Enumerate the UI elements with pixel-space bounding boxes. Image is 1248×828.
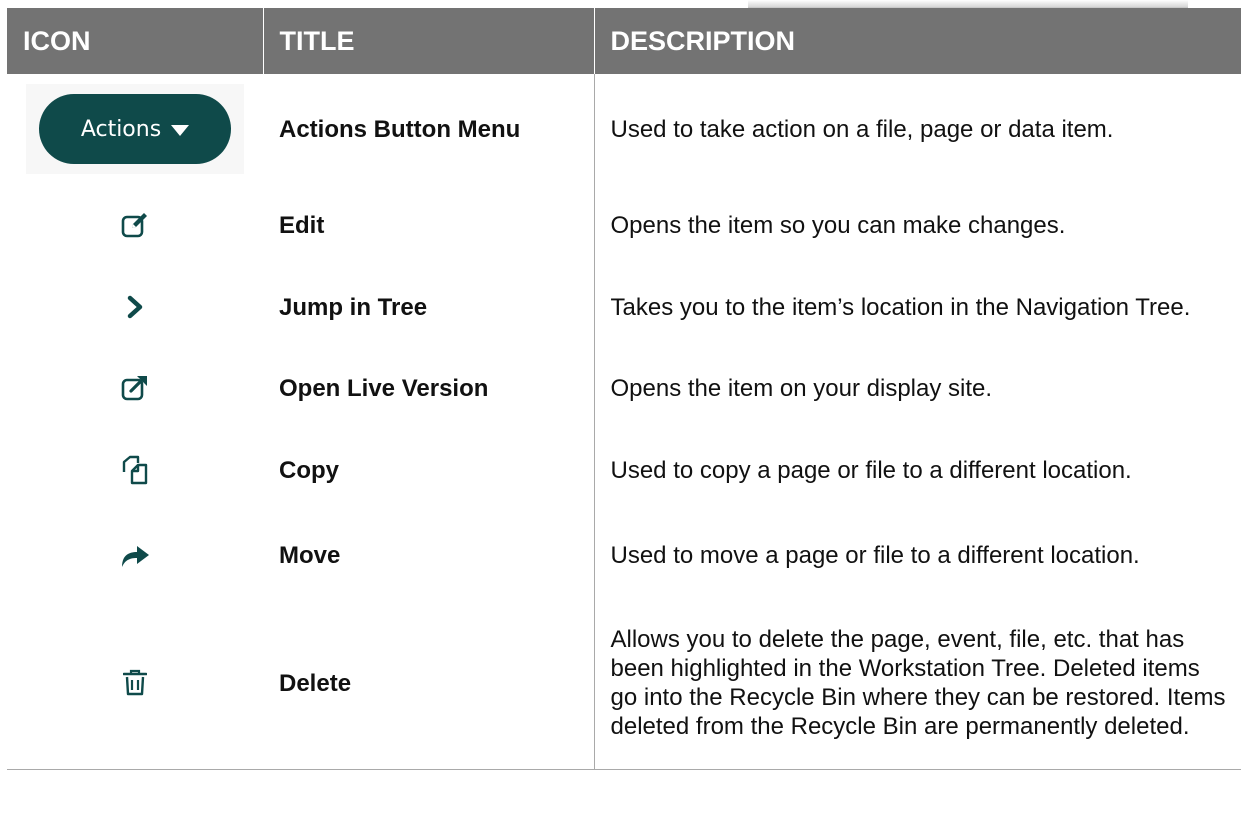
table-row: Jump in Tree Takes you to the item’s loc… (7, 266, 1241, 348)
copy-icon (99, 438, 171, 502)
trash-icon (105, 648, 165, 719)
icon-cell (7, 598, 263, 770)
row-title: Copy (279, 456, 339, 484)
table-row: Edit Opens the item so you can make chan… (7, 184, 1241, 266)
table-row: Actions Actions Button Menu Used to take… (7, 74, 1241, 184)
move-arrow-icon (111, 534, 159, 575)
page: ICON TITLE DESCRIPTION Actions Actions B… (0, 0, 1248, 828)
row-title: Move (279, 541, 341, 569)
icon-cell: Actions (7, 74, 263, 184)
row-title: Actions Button Menu (279, 115, 521, 143)
row-description: Used to move a page or file to a differe… (593, 512, 1241, 598)
edit-icon (109, 202, 161, 248)
row-title: Delete (263, 598, 594, 770)
table-row: Move Used to move a page or file to a di… (7, 512, 1241, 598)
actions-button[interactable]: Actions (39, 94, 231, 164)
row-description: Used to take action on a file, page or d… (593, 74, 1241, 184)
actions-button-label: Actions (80, 116, 162, 142)
row-description: Used to copy a page or file to a differe… (593, 428, 1241, 512)
caret-down-icon (171, 124, 190, 136)
row-description: Opens the item on your display site. (593, 348, 1241, 428)
column-header-title: TITLE (262, 8, 594, 74)
table-row: Open Live Version Opens the item on your… (7, 348, 1241, 428)
icon-cell (7, 428, 263, 512)
icon-cell (7, 348, 263, 428)
icon-cell (7, 184, 263, 266)
row-description: Opens the item so you can make changes. (593, 184, 1241, 266)
top-edge-shadow (748, 0, 1188, 8)
column-header-description: DESCRIPTION (593, 8, 1241, 74)
table-row: Delete Allows you to delete the page, ev… (7, 598, 1241, 770)
chevron-right-icon (106, 282, 164, 332)
row-title: Open Live Version (279, 374, 489, 402)
row-description: Allows you to delete the page, event, fi… (593, 598, 1241, 770)
icon-cell (7, 266, 263, 348)
icon-cell (7, 512, 263, 598)
table-header-row: ICON TITLE DESCRIPTION (7, 8, 1241, 74)
column-header-icon: ICON (7, 8, 263, 74)
row-title: Jump in Tree (279, 293, 428, 321)
table-row: Copy Used to copy a page or file to a di… (7, 428, 1241, 512)
icon-reference-table: ICON TITLE DESCRIPTION Actions Actions B… (7, 8, 1241, 770)
row-title: Edit (279, 211, 325, 239)
external-link-icon (111, 366, 159, 410)
row-description: Takes you to the item’s location in the … (593, 266, 1241, 348)
actions-button-image: Actions (26, 84, 244, 174)
